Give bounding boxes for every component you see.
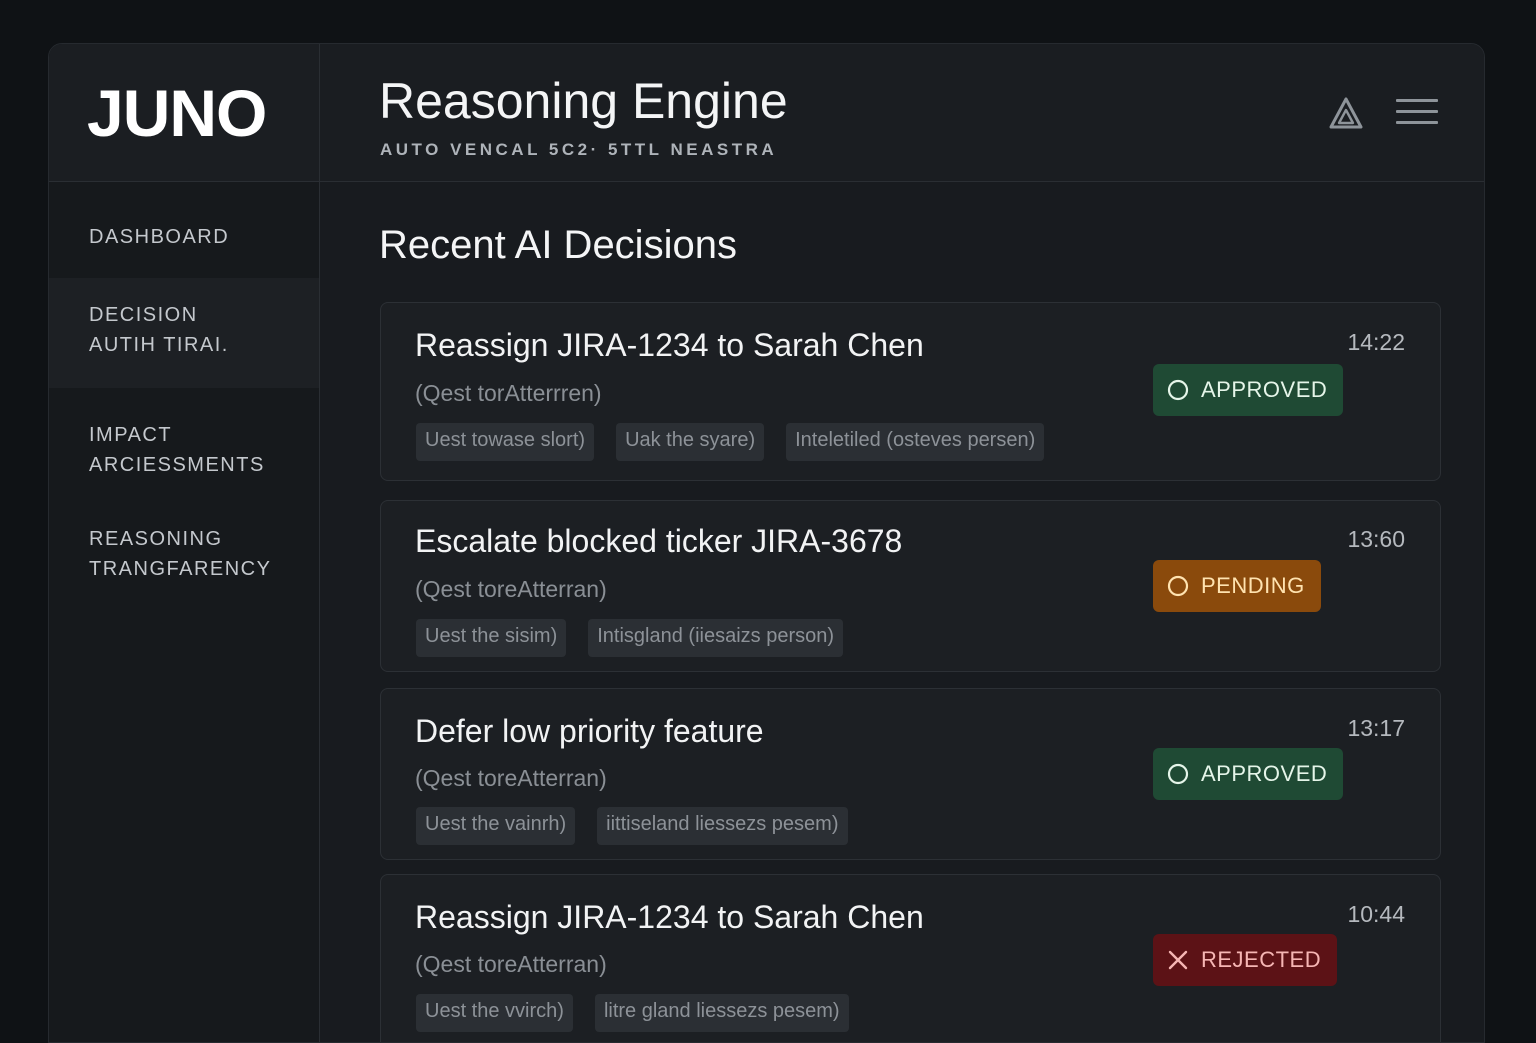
sidebar-item-label: DASHBOARD xyxy=(89,226,230,248)
sidebar: JUNO DASHBOARD DECISION AUTIH TIRAI. IMP… xyxy=(49,44,320,1042)
top-header: Reasoning Engine AUTO VENCAL 5C2· 5TTL N… xyxy=(320,44,1484,182)
tag[interactable]: Uest towase slort) xyxy=(416,423,595,461)
decision-timestamp: 10:44 xyxy=(1347,901,1405,927)
decision-card[interactable]: Escalate blocked ticker JIRA-3678 (Qest … xyxy=(380,500,1441,672)
decision-subtitle: (Qest torAtterrren) xyxy=(415,380,602,406)
brand-triangle-icon[interactable] xyxy=(1328,96,1364,130)
logo-area: JUNO xyxy=(49,44,319,182)
decision-timestamp: 13:17 xyxy=(1347,715,1405,741)
sidebar-item-impact-assessments[interactable]: IMPACT ARCIESSMENTS xyxy=(49,388,319,498)
decision-title: Reassign JIRA-1234 to Sarah Chen xyxy=(415,899,924,935)
status-label: REJECTED xyxy=(1201,947,1322,972)
decision-title: Reassign JIRA-1234 to Sarah Chen xyxy=(415,327,924,363)
page-title: Reasoning Engine xyxy=(379,73,788,129)
tag[interactable]: Uest the sisim) xyxy=(416,619,567,657)
circle-icon xyxy=(1167,379,1189,401)
status-badge[interactable]: REJECTED xyxy=(1153,934,1338,986)
status-label: PENDING xyxy=(1201,573,1305,598)
tag[interactable]: Inteletiled (osteves persen) xyxy=(786,423,1045,461)
status-badge[interactable]: APPROVED xyxy=(1153,748,1344,800)
decision-timestamp: 13:60 xyxy=(1347,526,1405,552)
decision-timestamp: 14:22 xyxy=(1347,329,1405,355)
decision-title: Defer low priority feature xyxy=(415,713,764,749)
decision-tags: Uest the sisim) Intisgland (iiesaizs per… xyxy=(416,619,844,657)
sidebar-item-dashboard[interactable]: DASHBOARD xyxy=(49,182,319,278)
circle-icon xyxy=(1167,575,1189,597)
tag[interactable]: Uak the syare) xyxy=(616,423,765,461)
decision-subtitle: (Qest toreAtterran) xyxy=(415,576,607,602)
decision-card[interactable]: Reassign JIRA-1234 to Sarah Chen (Qest t… xyxy=(380,874,1441,1042)
app-window: JUNO DASHBOARD DECISION AUTIH TIRAI. IMP… xyxy=(48,43,1485,1043)
sidebar-item-reasoning-transparency[interactable]: REASONING TRANGFARENCY xyxy=(49,498,319,608)
page-subtitle: AUTO VENCAL 5C2· 5TTL NEASTRA xyxy=(380,140,778,159)
decision-subtitle: (Qest toreAtterran) xyxy=(415,765,607,791)
main-content: Recent AI Decisions Reassign JIRA-1234 t… xyxy=(320,183,1484,1042)
decision-title: Escalate blocked ticker JIRA-3678 xyxy=(415,523,903,559)
status-label: APPROVED xyxy=(1201,761,1328,786)
x-icon xyxy=(1168,950,1188,970)
sidebar-item-label: DECISION AUTIH TIRAI. xyxy=(89,304,229,356)
tag[interactable]: litre gland liessezs pesem) xyxy=(594,994,849,1032)
decision-subtitle: (Qest toreAtterran) xyxy=(415,951,607,977)
tag[interactable]: Uest the vainrh) xyxy=(416,807,576,845)
status-badge[interactable]: APPROVED xyxy=(1153,364,1344,416)
status-badge[interactable]: PENDING xyxy=(1153,560,1321,612)
decision-tags: Uest towase slort) Uak the syare) Intele… xyxy=(416,423,1045,461)
sidebar-nav: DASHBOARD DECISION AUTIH TIRAI. IMPACT A… xyxy=(49,182,319,608)
decision-tags: Uest the vainrh) iittiseland liessezs pe… xyxy=(416,807,848,845)
sidebar-item-label: REASONING TRANGFARENCY xyxy=(89,528,272,580)
decision-card[interactable]: Defer low priority feature (Qest toreAtt… xyxy=(380,688,1441,860)
section-title: Recent AI Decisions xyxy=(379,223,737,267)
decision-card[interactable]: Reassign JIRA-1234 to Sarah Chen (Qest t… xyxy=(380,302,1441,481)
decision-tags: Uest the vvirch) litre gland liessezs pe… xyxy=(416,994,849,1032)
sidebar-item-label: IMPACT ARCIESSMENTS xyxy=(89,424,265,476)
circle-icon xyxy=(1167,763,1189,785)
hamburger-menu-icon[interactable] xyxy=(1396,98,1438,126)
tag[interactable]: Uest the vvirch) xyxy=(416,994,573,1032)
app-logo[interactable]: JUNO xyxy=(87,75,267,151)
sidebar-item-decision-audit[interactable]: DECISION AUTIH TIRAI. xyxy=(49,278,319,388)
tag[interactable]: Intisgland (iiesaizs person) xyxy=(588,619,844,657)
tag[interactable]: iittiseland liessezs pesem) xyxy=(597,807,848,845)
status-label: APPROVED xyxy=(1201,377,1328,402)
